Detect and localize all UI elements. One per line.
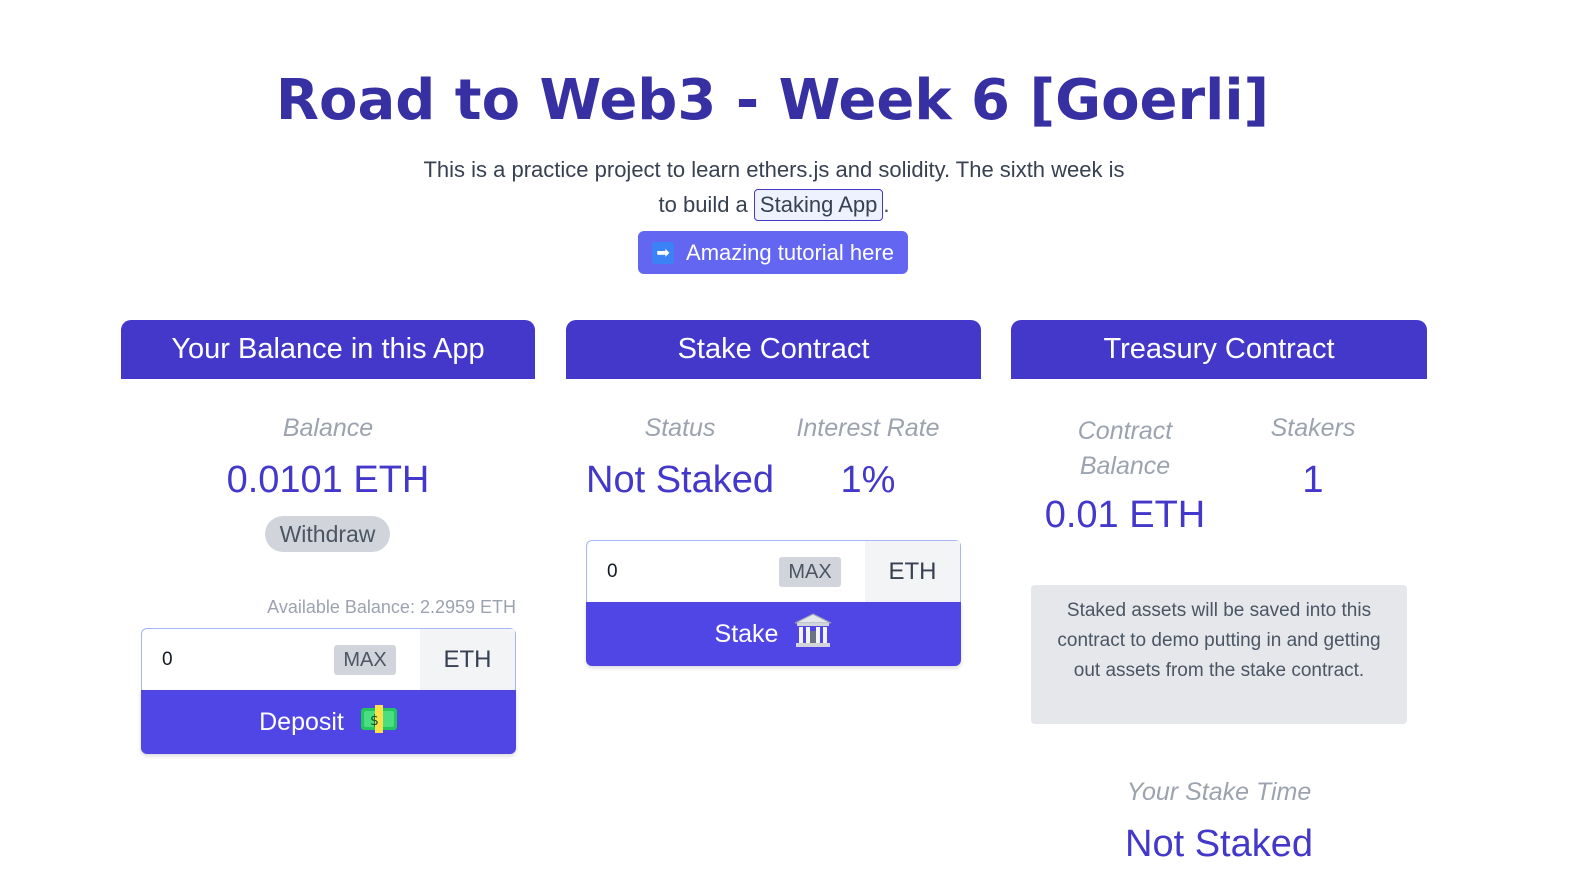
treasury-card-header: Treasury Contract — [1011, 320, 1427, 379]
deposit-amount-input[interactable]: 0 — [162, 649, 173, 671]
tutorial-button-label: Amazing tutorial here — [686, 239, 894, 265]
bank-icon — [794, 612, 832, 656]
tutorial-link-button[interactable]: ➡ Amazing tutorial here — [638, 231, 908, 274]
deposit-input-group: 0 MAX ETH — [141, 628, 516, 691]
interest-rate-value: 1% — [840, 459, 896, 501]
money-icon: $ — [360, 704, 398, 740]
stake-amount-input[interactable]: 0 — [607, 561, 618, 583]
stake-button[interactable]: Stake — [586, 602, 961, 666]
deposit-unit-label: ETH — [420, 629, 515, 691]
balance-label: Balance — [282, 414, 374, 442]
withdraw-button[interactable]: Withdraw — [265, 516, 390, 552]
stake-unit-label: ETH — [865, 541, 960, 603]
staking-app-chip: Staking App — [753, 189, 884, 221]
stake-max-button[interactable]: MAX — [779, 557, 841, 587]
contract-balance-label: Contract Balance — [1031, 414, 1219, 484]
stake-time-label: Your Stake Time — [1126, 778, 1312, 806]
deposit-button[interactable]: Deposit $ — [141, 690, 516, 754]
deposit-button-label: Deposit — [259, 707, 344, 736]
stake-button-label: Stake — [714, 619, 779, 648]
stakers-value: 1 — [1302, 459, 1324, 501]
stake-time-value: Not Staked — [1125, 823, 1313, 865]
page-description: This is a practice project to learn ethe… — [416, 152, 1132, 222]
interest-rate-label: Interest Rate — [796, 414, 940, 442]
svg-text:$: $ — [370, 713, 379, 729]
status-value: Not Staked — [586, 459, 774, 501]
description-suffix: . — [883, 192, 890, 217]
status-label: Status — [644, 414, 716, 442]
contract-balance-label-line1: Contract — [1077, 417, 1173, 445]
treasury-note: Staked assets will be saved into this co… — [1031, 585, 1407, 724]
stakers-label: Stakers — [1270, 414, 1356, 442]
contract-balance-value: 0.01 ETH — [1044, 494, 1206, 536]
stake-input-group: 0 MAX ETH — [586, 540, 961, 603]
available-balance: Available Balance: 2.2959 ETH — [267, 597, 516, 617]
deposit-max-button[interactable]: MAX — [334, 645, 396, 675]
balance-card-header: Your Balance in this App — [121, 320, 535, 379]
balance-value: 0.0101 ETH — [226, 459, 430, 501]
stake-card-header: Stake Contract — [566, 320, 981, 379]
contract-balance-label-line2: Balance — [1079, 452, 1171, 480]
right-arrow-icon: ➡ — [652, 241, 675, 264]
page-title: Road to Web3 - Week 6 [Goerli] — [275, 68, 1270, 133]
